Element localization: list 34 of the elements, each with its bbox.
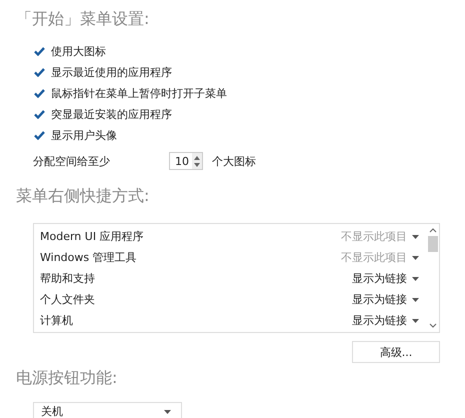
list-item[interactable]: 帮助和支持 bbox=[40, 271, 95, 286]
section-heading: 电源按钮功能: bbox=[16, 367, 118, 389]
checkbox[interactable] bbox=[33, 45, 45, 57]
list-item[interactable]: Modern UI 应用程序 bbox=[40, 229, 144, 244]
checkbox[interactable] bbox=[33, 87, 45, 99]
list-item[interactable]: 个人文件夹 bbox=[40, 292, 95, 307]
checkbox-label: 显示用户头像 bbox=[51, 128, 117, 142]
list-item[interactable]: Windows 管理工具 bbox=[40, 250, 137, 265]
field-label: 分配空间给至少 bbox=[33, 154, 111, 168]
caret-icon bbox=[412, 298, 419, 302]
list-item[interactable]: 计算机 bbox=[40, 313, 73, 328]
spin-arrows-icon bbox=[194, 156, 200, 166]
caret-icon bbox=[412, 318, 419, 322]
setting-dropdown[interactable]: 显示为链接 bbox=[352, 313, 419, 328]
power-dropdown[interactable]: 关机 bbox=[33, 402, 182, 418]
checkbox-label: 突显最近安装的应用程序 bbox=[51, 106, 172, 122]
checkbox-label: 使用大图标 bbox=[51, 44, 106, 58]
scrollbar-thumb[interactable] bbox=[428, 236, 438, 252]
caret-icon bbox=[412, 256, 419, 260]
unit-label: 个大图标 bbox=[212, 154, 256, 168]
number-spinner[interactable]: 10 bbox=[169, 152, 203, 170]
caret-icon bbox=[164, 410, 171, 414]
caret-icon bbox=[412, 234, 419, 238]
setting-dropdown[interactable]: 显示为链接 bbox=[352, 271, 419, 286]
checkbox-label: 鼠标指针在菜单上暂停时打开子菜单 bbox=[51, 86, 227, 100]
advanced-button[interactable]: 高级... bbox=[352, 341, 440, 363]
setting-dropdown[interactable]: 显示为链接 bbox=[352, 292, 419, 307]
checkbox[interactable] bbox=[33, 108, 45, 120]
checkbox[interactable] bbox=[33, 129, 45, 141]
checkbox[interactable] bbox=[33, 66, 45, 78]
caret-icon bbox=[412, 276, 419, 280]
section-heading: 菜单右侧快捷方式: bbox=[16, 185, 150, 207]
section-heading: 「开始」菜单设置: bbox=[16, 8, 150, 30]
checkbox-label: 显示最近使用的应用程序 bbox=[51, 64, 172, 80]
